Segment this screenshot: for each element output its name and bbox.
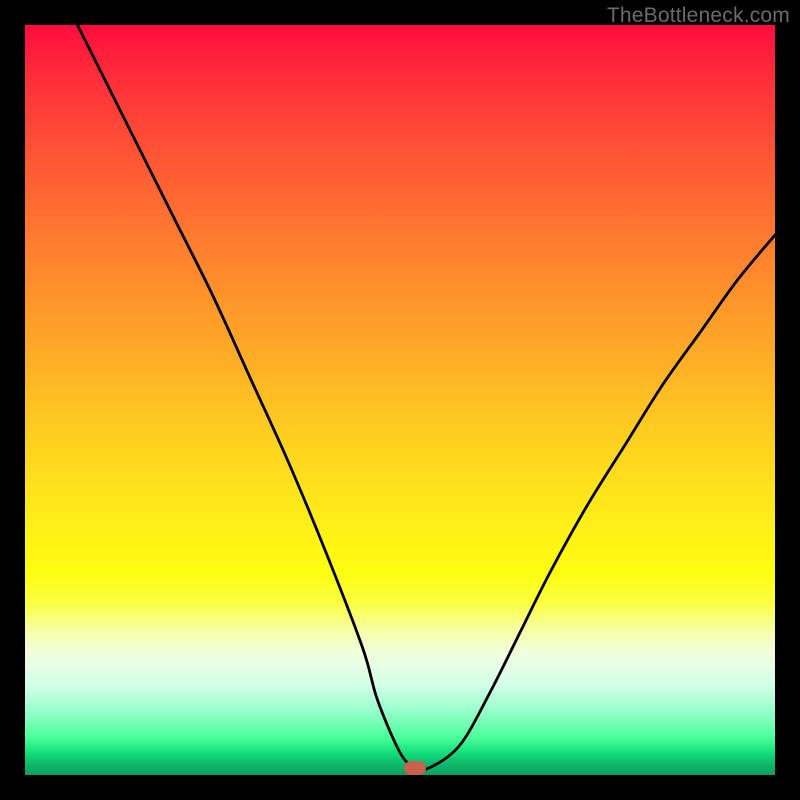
chart-stage: TheBottleneck.com — [0, 0, 800, 800]
optimal-point-marker — [404, 761, 426, 775]
curve-layer — [25, 25, 775, 775]
attribution-text: TheBottleneck.com — [607, 4, 790, 28]
plot-area — [25, 25, 775, 775]
bottleneck-curve — [78, 25, 776, 770]
